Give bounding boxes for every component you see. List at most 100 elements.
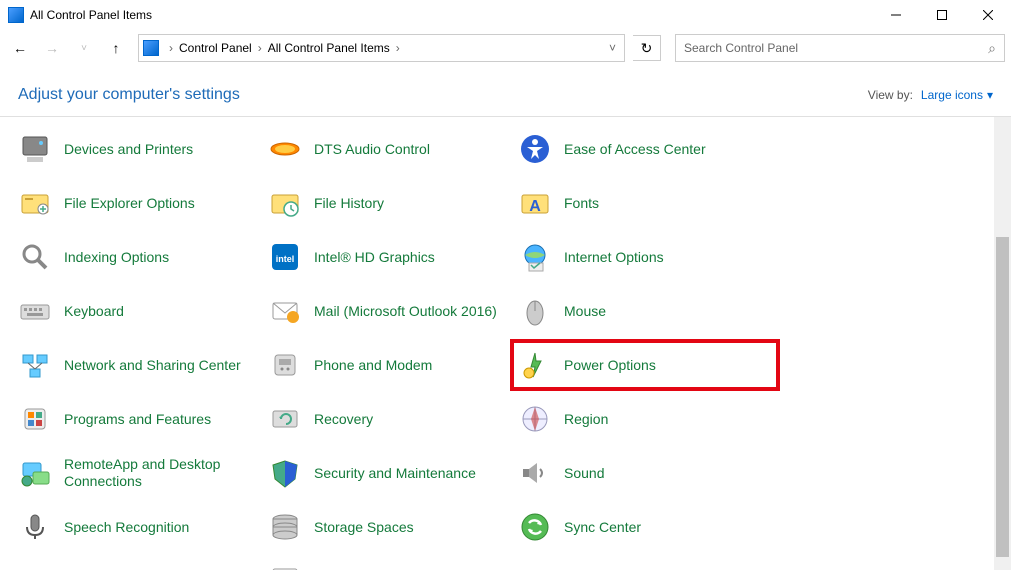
cp-item-devices-printers[interactable]: Devices and Printers — [18, 131, 268, 167]
file-explorer-icon — [18, 186, 52, 220]
minimize-button[interactable] — [873, 0, 919, 30]
ease-access-icon — [518, 132, 552, 166]
sound-icon — [518, 456, 552, 490]
items-grid: Devices and PrintersDTS Audio ControlEas… — [0, 117, 1011, 570]
speech-icon — [18, 510, 52, 544]
cp-item-internet[interactable]: Internet Options — [518, 239, 768, 275]
cp-item-sync[interactable]: Sync Center — [518, 509, 768, 545]
content-area: Devices and PrintersDTS Audio ControlEas… — [0, 117, 1011, 570]
cp-item-label: Programs and Features — [64, 411, 211, 428]
cp-item-ease-access[interactable]: Ease of Access Center — [518, 131, 768, 167]
cp-item-label: Intel® HD Graphics — [314, 249, 435, 266]
cp-item-fonts[interactable]: Fonts — [518, 185, 768, 221]
internet-icon — [518, 240, 552, 274]
up-button[interactable]: ↑ — [102, 34, 130, 62]
cp-item-label: Recovery — [314, 411, 373, 428]
close-button[interactable] — [965, 0, 1011, 30]
control-panel-icon — [8, 7, 24, 23]
cp-item-system[interactable]: System — [18, 563, 268, 570]
cp-item-intel[interactable]: Intel® HD Graphics — [268, 239, 518, 275]
breadcrumb: › Control Panel › All Control Panel Item… — [165, 41, 404, 55]
cp-item-storage[interactable]: Storage Spaces — [268, 509, 518, 545]
intel-icon — [268, 240, 302, 274]
network-icon — [18, 348, 52, 382]
cp-item-speech[interactable]: Speech Recognition — [18, 509, 268, 545]
cp-item-keyboard[interactable]: Keyboard — [18, 293, 268, 329]
cp-item-file-history[interactable]: File History — [268, 185, 518, 221]
cp-item-label: File Explorer Options — [64, 195, 195, 212]
cp-item-label: Mail (Microsoft Outlook 2016) — [314, 303, 497, 320]
search-icon[interactable]: ⌕ — [988, 40, 996, 57]
cp-item-indexing[interactable]: Indexing Options — [18, 239, 268, 275]
breadcrumb-item[interactable]: All Control Panel Items — [266, 41, 392, 55]
cp-item-phone[interactable]: Phone and Modem — [268, 347, 518, 383]
maximize-button[interactable] — [919, 0, 965, 30]
system-icon — [18, 564, 52, 570]
crumb-separator[interactable]: › — [165, 41, 177, 55]
cp-item-touchpad[interactable]: Touch Pad — [518, 563, 768, 570]
file-history-icon — [268, 186, 302, 220]
cp-item-programs[interactable]: Programs and Features — [18, 401, 268, 437]
sync-icon — [518, 510, 552, 544]
page-title: Adjust your computer's settings — [18, 86, 240, 104]
crumb-separator[interactable]: › — [254, 41, 266, 55]
cp-item-label: Network and Sharing Center — [64, 357, 241, 374]
scrollbar-thumb[interactable] — [996, 237, 1009, 557]
cp-item-power[interactable]: Power Options — [510, 339, 780, 391]
cp-item-mail[interactable]: Mail (Microsoft Outlook 2016) — [268, 293, 518, 329]
address-bar[interactable]: › Control Panel › All Control Panel Item… — [138, 34, 625, 62]
cp-item-label: Internet Options — [564, 249, 664, 266]
chevron-down-icon: ▾ — [987, 88, 993, 102]
cp-item-label: Storage Spaces — [314, 519, 414, 536]
back-button[interactable]: ← — [6, 34, 34, 62]
cp-item-label: Indexing Options — [64, 249, 169, 266]
keyboard-icon — [18, 294, 52, 328]
viewby-dropdown[interactable]: Large icons ▾ — [921, 88, 993, 102]
cp-item-label: RemoteApp and Desktop Connections — [64, 456, 254, 490]
storage-icon — [268, 510, 302, 544]
region-icon — [518, 402, 552, 436]
viewby-value: Large icons — [921, 88, 983, 102]
crumb-separator[interactable]: › — [392, 41, 404, 55]
cp-item-label: Mouse — [564, 303, 606, 320]
cp-item-label: Region — [564, 411, 608, 428]
header-row: Adjust your computer's settings View by:… — [0, 66, 1011, 116]
cp-item-sound[interactable]: Sound — [518, 455, 768, 491]
cp-item-label: Security and Maintenance — [314, 465, 476, 482]
cp-item-label: Sound — [564, 465, 604, 482]
cp-item-label: Speech Recognition — [64, 519, 189, 536]
cp-item-recovery[interactable]: Recovery — [268, 401, 518, 437]
taskbar-icon — [268, 564, 302, 570]
programs-icon — [18, 402, 52, 436]
cp-item-label: Sync Center — [564, 519, 641, 536]
viewby-label: View by: — [868, 88, 913, 102]
address-dropdown-button[interactable]: ˅ — [605, 41, 620, 55]
cp-item-label: File History — [314, 195, 384, 212]
breadcrumb-item[interactable]: Control Panel — [177, 41, 254, 55]
refresh-button[interactable]: ↻ — [633, 35, 661, 61]
forward-button: → — [38, 34, 66, 62]
cp-item-taskbar[interactable]: Taskbar and Navigation — [268, 563, 518, 570]
cp-item-remoteapp[interactable]: RemoteApp and Desktop Connections — [18, 455, 268, 491]
mail-icon — [268, 294, 302, 328]
cp-item-mouse[interactable]: Mouse — [518, 293, 768, 329]
security-icon — [268, 456, 302, 490]
cp-item-file-explorer[interactable]: File Explorer Options — [18, 185, 268, 221]
cp-item-security[interactable]: Security and Maintenance — [268, 455, 518, 491]
search-input[interactable] — [684, 41, 982, 55]
cp-item-label: Power Options — [564, 357, 656, 374]
cp-item-dts-audio[interactable]: DTS Audio Control — [268, 131, 518, 167]
remoteapp-icon — [18, 456, 52, 490]
scrollbar[interactable] — [994, 117, 1011, 570]
indexing-icon — [18, 240, 52, 274]
window-controls — [873, 0, 1011, 30]
cp-item-label: Keyboard — [64, 303, 124, 320]
cp-item-network[interactable]: Network and Sharing Center — [18, 347, 268, 383]
cp-item-region[interactable]: Region — [518, 401, 768, 437]
toolbar: ← → ˅ ↑ › Control Panel › All Control Pa… — [0, 30, 1011, 66]
fonts-icon — [518, 186, 552, 220]
touchpad-icon — [518, 564, 552, 570]
recent-locations-button[interactable]: ˅ — [70, 34, 98, 62]
search-box[interactable]: ⌕ — [675, 34, 1005, 62]
cp-item-label: Fonts — [564, 195, 599, 212]
